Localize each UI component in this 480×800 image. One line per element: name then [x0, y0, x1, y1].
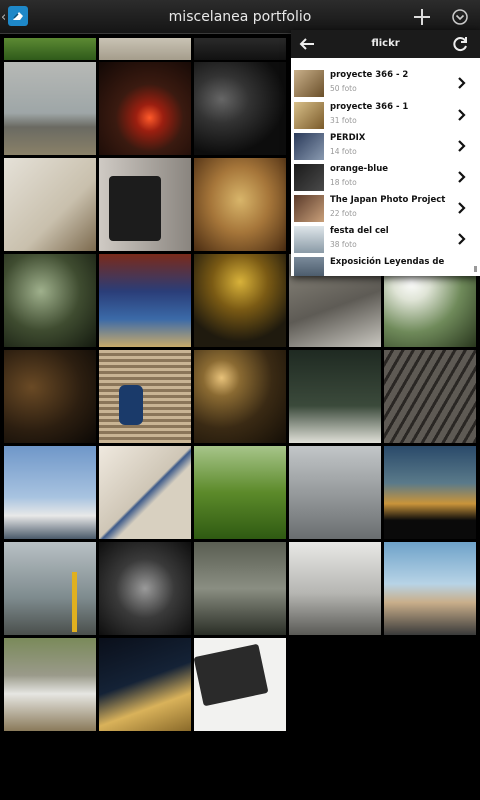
photo-tile[interactable] [384, 446, 476, 539]
photo-tile[interactable] [194, 350, 286, 443]
photo-tile[interactable] [289, 446, 381, 539]
chevron-right-icon [456, 76, 466, 90]
photo-tile[interactable] [194, 446, 286, 539]
chevron-right-icon [456, 232, 466, 246]
list-item[interactable]: PERDIX 14 foto [291, 131, 480, 162]
photo-tile[interactable] [99, 638, 191, 731]
photo-tile[interactable] [289, 542, 381, 635]
photo-tile[interactable] [99, 158, 191, 251]
photo-tile[interactable] [4, 158, 96, 251]
album-count: 38 foto [330, 240, 357, 249]
overflow-menu-button[interactable] [449, 6, 471, 28]
album-name: PERDIX [330, 133, 366, 143]
album-count: 14 foto [330, 147, 357, 156]
album-thumbnail [294, 70, 324, 97]
photo-tile[interactable] [4, 638, 96, 731]
scroll-indicator[interactable] [474, 266, 477, 272]
photo-tile[interactable] [4, 542, 96, 635]
album-count: 18 foto [330, 178, 357, 187]
list-item[interactable]: The Japan Photo Project 22 foto [291, 193, 480, 224]
photo-tile[interactable] [99, 254, 191, 347]
photo-tile[interactable] [99, 350, 191, 443]
album-thumbnail [294, 164, 324, 191]
photo-tile[interactable] [194, 38, 286, 60]
photo-tile[interactable] [384, 350, 476, 443]
overflow-menu-icon [452, 9, 468, 25]
chevron-right-icon [456, 170, 466, 184]
list-item[interactable]: proyecte 366 - 1 31 foto [291, 100, 480, 131]
photo-tile[interactable] [194, 158, 286, 251]
album-thumbnail [294, 257, 324, 276]
photo-tile[interactable] [99, 62, 191, 155]
add-button[interactable] [411, 6, 433, 28]
list-item[interactable]: Exposición Leyendas de [291, 255, 480, 276]
album-count: 31 foto [330, 116, 357, 125]
album-name: orange-blue [330, 164, 389, 174]
photo-tile[interactable] [99, 542, 191, 635]
photo-tile[interactable] [194, 62, 286, 155]
chevron-right-icon [456, 201, 466, 215]
photo-tile[interactable] [289, 350, 381, 443]
photo-tile[interactable] [4, 254, 96, 347]
album-thumbnail [294, 133, 324, 160]
action-bar: ‹ miscelanea portfolio [0, 0, 480, 34]
photo-tile[interactable] [4, 38, 96, 60]
photo-tile[interactable] [194, 638, 286, 731]
album-count: 50 foto [330, 84, 357, 93]
album-count: 22 foto [330, 209, 357, 218]
list-item[interactable]: proyecte 366 - 2 50 foto [291, 68, 480, 99]
album-thumbnail [294, 102, 324, 129]
photo-tile[interactable] [194, 254, 286, 347]
album-thumbnail [294, 195, 324, 222]
album-name: proyecte 366 - 2 [330, 70, 409, 80]
album-thumbnail [294, 226, 324, 253]
list-item[interactable]: orange-blue 18 foto [291, 162, 480, 193]
photo-tile[interactable] [99, 38, 191, 60]
photo-tile[interactable] [4, 350, 96, 443]
refresh-icon [453, 37, 467, 52]
panel-header: flickr [291, 30, 480, 58]
chevron-right-icon [456, 108, 466, 122]
list-item[interactable]: festa del cel 38 foto [291, 224, 480, 255]
album-name: The Japan Photo Project [330, 195, 446, 205]
flickr-albums-panel: flickr proyecte 366 - 2 50 foto proyecte… [291, 30, 480, 276]
add-icon [414, 9, 430, 25]
page-title: miscelanea portfolio [168, 9, 312, 25]
photo-tile[interactable] [384, 542, 476, 635]
chevron-right-icon [456, 139, 466, 153]
album-name: festa del cel [330, 226, 389, 236]
photo-tile[interactable] [4, 62, 96, 155]
photo-tile[interactable] [4, 446, 96, 539]
album-name: proyecte 366 - 1 [330, 102, 409, 112]
refresh-button[interactable] [450, 34, 470, 54]
photo-tile[interactable] [99, 446, 191, 539]
album-name: Exposición Leyendas de [330, 257, 445, 267]
photo-tile[interactable] [194, 542, 286, 635]
